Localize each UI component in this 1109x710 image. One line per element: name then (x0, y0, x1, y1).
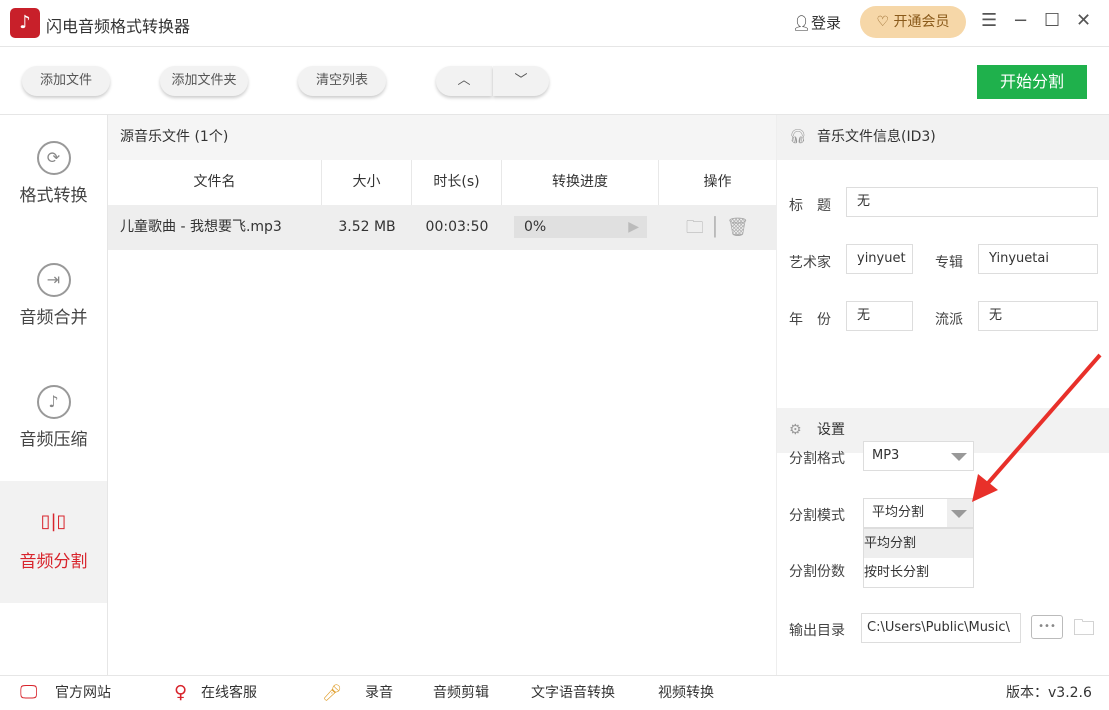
table-header: 文件名 大小 时长(s) 转换进度 操作 (108, 160, 776, 205)
artist-label: 艺术家 (789, 255, 831, 271)
title-input[interactable]: 无 (846, 187, 1098, 217)
album-label: 专辑 (935, 255, 963, 271)
file-name: 儿童歌曲 - 我想要飞.mp3 (120, 219, 282, 235)
diamond-icon: ♡ (876, 14, 894, 30)
file-list-title: 源音乐文件 (1个) (108, 115, 776, 160)
browse-button[interactable]: ••• (1031, 615, 1063, 639)
open-folder-icon[interactable]: 🗀︎ (686, 217, 704, 238)
file-list-panel: 源音乐文件 (1个) 文件名 大小 时长(s) 转换进度 操作 儿童歌曲 - 我… (108, 115, 776, 675)
music-note-icon: ♪ (36, 385, 71, 419)
app-logo-icon: ♪ (10, 8, 40, 38)
mode-option[interactable]: 按时长分割 (864, 558, 973, 587)
merge-icon: ⇥ (36, 263, 71, 297)
minimize-icon[interactable]: − (1013, 10, 1028, 31)
tts-link[interactable]: 文字语音转换 (531, 676, 615, 710)
year-input[interactable]: 无 (846, 301, 913, 331)
format-label: 分割格式 (789, 451, 845, 467)
sidebar-item-audio-merge[interactable]: ⇥ 音频合并 (0, 237, 107, 359)
add-file-button[interactable]: 添加文件 (22, 66, 110, 96)
close-icon[interactable]: ✕ (1076, 10, 1091, 31)
user-icon: 👤︎ (792, 14, 812, 32)
sidebar-item-audio-split[interactable]: ▯|▯ 音频分割 (0, 481, 107, 603)
column-progress: 转换进度 (502, 160, 659, 205)
app-title: 闪电音频格式转换器 (46, 17, 191, 36)
title-label: 标 题 (789, 198, 831, 214)
genre-label: 流派 (935, 312, 963, 328)
title-bar: ♪ 闪电音频格式转换器 👤︎登录 ♡ 开通会员 ☰ − ☐ ✕ (0, 0, 1109, 47)
version-label: 版本：v3.2.6 (1006, 685, 1092, 701)
count-label: 分割份数 (789, 564, 845, 580)
sidebar-item-format-convert[interactable]: ⟳ 格式转换 (0, 115, 107, 237)
headphones-icon: 🎧︎ (789, 129, 807, 145)
column-duration: 时长(s) (412, 160, 502, 205)
album-input[interactable]: Yinyuetai (978, 244, 1098, 274)
add-folder-button[interactable]: 添加文件夹 (160, 66, 248, 96)
artist-input[interactable]: yinyuet (846, 244, 913, 274)
maximize-icon[interactable]: ☐ (1044, 10, 1060, 31)
column-actions: 操作 (703, 174, 732, 190)
record-link[interactable]: 录音 (365, 676, 393, 710)
toolbar: 添加文件 添加文件夹 清空列表 ︿ ﹀ 开始分割 (0, 47, 1109, 115)
gear-icon: ⚙ (789, 422, 802, 438)
footer: 🖵︎ 官方网站 ♀ 在线客服 🎤︎ 录音 音频剪辑 文字语音转换 视频转换 版本… (0, 675, 1109, 710)
start-split-button[interactable]: 开始分割 (977, 65, 1087, 99)
output-label: 输出目录 (789, 623, 845, 639)
video-convert-link[interactable]: 视频转换 (658, 676, 714, 710)
file-size: 3.52 MB (338, 219, 396, 235)
split-icon: ▯|▯ (40, 511, 67, 532)
mode-label: 分割模式 (789, 508, 845, 524)
progress-bar: 0% ▶ (514, 216, 647, 238)
genre-input[interactable]: 无 (978, 301, 1098, 331)
red-arrow-annotation (972, 353, 1102, 502)
play-icon: ▶ (628, 219, 639, 235)
sidebar: ⟳ 格式转换 ⇥ 音频合并 ♪ 音频压缩 ▯|▯ 音频分割 (0, 115, 108, 675)
output-dir-input[interactable]: C:\Users\Public\Music\ (861, 613, 1021, 643)
clear-list-button[interactable]: 清空列表 (298, 66, 386, 96)
login-button[interactable]: 👤︎登录 (792, 12, 841, 33)
column-filename: 文件名 (108, 160, 322, 205)
mode-select[interactable]: 平均分割 (863, 498, 974, 528)
refresh-icon: ⟳ (36, 141, 71, 175)
move-down-button[interactable]: ﹀ (493, 66, 549, 96)
support-link[interactable]: 在线客服 (201, 676, 257, 710)
id3-section-header: 🎧︎ 音乐文件信息(ID3) (777, 115, 1109, 160)
year-label: 年 份 (789, 312, 831, 328)
website-link[interactable]: 官方网站 (55, 676, 111, 710)
table-row[interactable]: 儿童歌曲 - 我想要飞.mp3 3.52 MB 00:03:50 0% ▶ 🗀︎ … (108, 205, 776, 250)
mode-option[interactable]: 平均分割 (864, 529, 973, 558)
move-up-button[interactable]: ︿ (436, 66, 492, 96)
microphone-icon: 🎤︎ (322, 683, 343, 702)
mode-dropdown-list: 平均分割 按时长分割 (863, 528, 974, 588)
open-folder-icon[interactable]: 🗀︎ (1073, 611, 1095, 649)
vip-button[interactable]: ♡ 开通会员 (860, 6, 966, 38)
support-icon: ♀ (174, 682, 188, 703)
column-size: 大小 (322, 160, 412, 205)
monitor-icon: 🖵︎ (20, 682, 38, 703)
delete-icon[interactable]: 🗑︎ (726, 217, 749, 238)
format-select[interactable]: MP3 (863, 441, 974, 471)
file-duration: 00:03:50 (425, 219, 489, 235)
sidebar-item-audio-compress[interactable]: ♪ 音频压缩 (0, 359, 107, 481)
menu-icon[interactable]: ☰ (981, 10, 997, 31)
chevron-down-icon (951, 510, 967, 518)
audio-cut-link[interactable]: 音频剪辑 (433, 676, 489, 710)
